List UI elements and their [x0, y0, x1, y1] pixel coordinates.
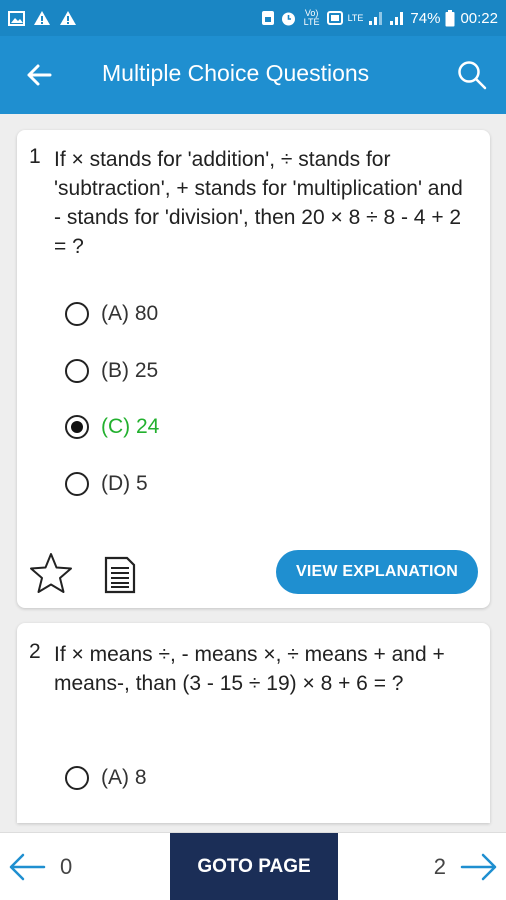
option-c[interactable]: (C) 24 [65, 412, 159, 442]
previous-page-button[interactable]: 0 [0, 833, 120, 900]
notification-icons [8, 10, 77, 26]
radio-button[interactable] [65, 302, 89, 326]
sim-lock-icon [261, 11, 274, 25]
radio-button[interactable] [65, 472, 89, 496]
signal-icon [369, 12, 383, 25]
question-number: 1 [29, 145, 41, 168]
option-d[interactable]: (D) 5 [65, 469, 148, 499]
view-explanation-button[interactable]: VIEW EXPLANATION [276, 550, 478, 594]
notes-button[interactable] [103, 556, 137, 594]
system-indicators: Vo) LTE LTE 74% 00:22 [261, 9, 498, 27]
warning-icon [60, 11, 76, 25]
radio-button[interactable] [65, 359, 89, 383]
radio-button-selected[interactable] [65, 415, 89, 439]
signal-icon [390, 12, 404, 25]
question-card: 2 If × means ÷, - means ×, ÷ means + and… [17, 623, 490, 823]
next-page-number: 2 [433, 854, 446, 879]
option-label-selected: (C) 24 [101, 415, 160, 438]
question-card: 1 If × stands for 'addition', ÷ stands f… [17, 130, 490, 608]
gallery-icon [8, 10, 25, 26]
option-label: (D) 5 [101, 472, 148, 495]
app-bar: Multiple Choice Questions [0, 36, 506, 114]
data-saver-icon [326, 11, 343, 25]
battery-percent: 74% [410, 9, 441, 27]
battery-icon [445, 9, 455, 26]
search-button[interactable] [452, 55, 492, 95]
page-title: Multiple Choice Questions [102, 60, 370, 86]
goto-page-button[interactable]: GOTO PAGE [170, 833, 338, 900]
option-b[interactable]: (B) 25 [65, 356, 158, 386]
option-label: (A) 80 [101, 302, 159, 325]
arrow-back-icon [27, 64, 52, 86]
option-label: (B) 25 [101, 359, 159, 382]
bottom-navigation: 0 GOTO PAGE 2 [0, 832, 506, 900]
question-text: If × means ÷, - means ×, ÷ means + and +… [54, 643, 445, 695]
radio-dot [71, 421, 83, 433]
radio-button[interactable] [65, 766, 89, 790]
back-button[interactable] [0, 36, 78, 114]
next-page-button[interactable]: 2 [386, 833, 506, 900]
star-outline-icon [30, 553, 72, 593]
question-number: 2 [29, 640, 41, 663]
search-icon [458, 61, 487, 90]
lte-indicator: LTE [347, 12, 364, 23]
question-text: If × stands for 'addition', ÷ stands for… [54, 148, 463, 258]
card-actions: VIEW EXPLANATION [17, 548, 490, 598]
option-label: (A) 8 [101, 766, 147, 789]
option-a[interactable]: (A) 8 [65, 763, 147, 793]
document-icon [104, 556, 136, 594]
arrow-right-icon [460, 853, 497, 881]
warning-icon [34, 11, 50, 25]
arrow-left-icon [9, 853, 46, 881]
option-a[interactable]: (A) 80 [65, 299, 158, 329]
status-bar: Vo) LTE LTE 74% 00:22 [0, 0, 506, 36]
alarm-icon [281, 12, 295, 25]
volte-indicator: Vo) LTE [303, 8, 320, 27]
clock: 00:22 [460, 9, 498, 27]
bookmark-button[interactable] [29, 552, 73, 594]
previous-page-number: 0 [60, 854, 73, 879]
